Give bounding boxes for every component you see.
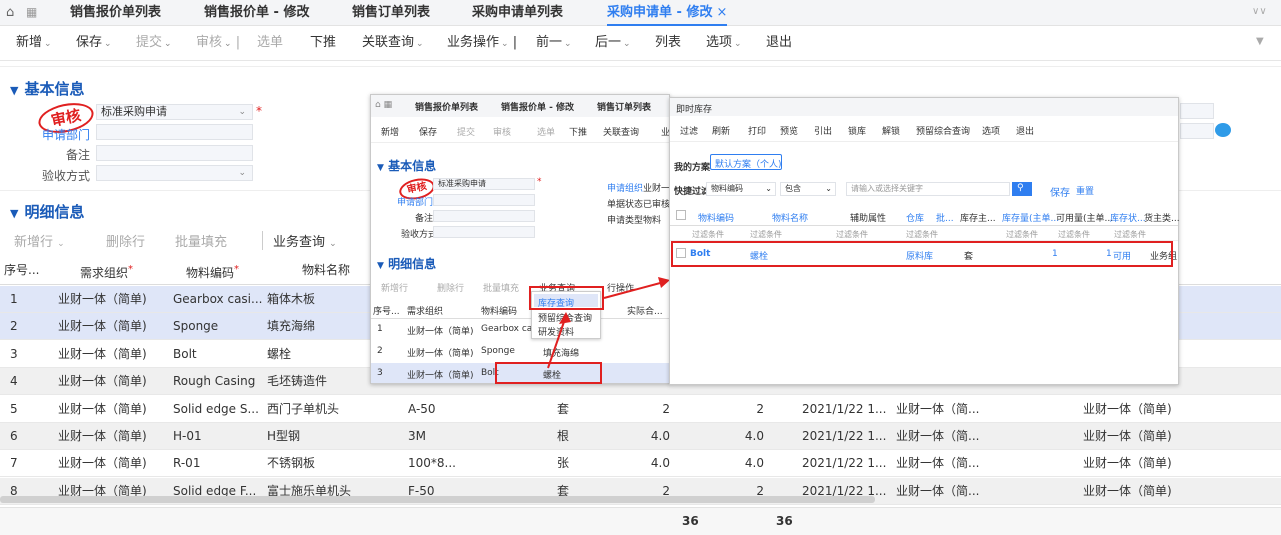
- reset-button[interactable]: 重置: [1076, 184, 1094, 197]
- lock-button[interactable]: 锁库: [848, 124, 866, 137]
- default-scheme-button[interactable]: 默认方案（个人): [710, 154, 782, 170]
- inv-col[interactable]: 库存状...: [1110, 211, 1146, 224]
- inventory-filter-row: 过滤条件 过滤条件 过滤条件 过滤条件 过滤条件 过滤条件 过滤条件: [670, 227, 1178, 241]
- inv-col[interactable]: 物料编码: [698, 211, 734, 224]
- quick-filter-field[interactable]: 物料编码 ⌄: [706, 182, 776, 196]
- inv-col[interactable]: 货主类...: [1144, 211, 1180, 224]
- filter-cell[interactable]: 过滤条件: [1114, 229, 1146, 240]
- print-button[interactable]: 打印: [748, 124, 766, 137]
- inv-col[interactable]: 库存主...: [960, 211, 996, 224]
- inv-col[interactable]: 仓库: [906, 211, 924, 224]
- reserve-query-button[interactable]: 预留综合查询: [916, 124, 970, 137]
- inventory-toolbar: 过滤 刷新 打印 预览 引出 锁库 解锁 预留综合查询 选项 退出: [670, 116, 1178, 142]
- filter-cell[interactable]: 过滤条件: [1006, 229, 1038, 240]
- inv-col[interactable]: 批...: [936, 211, 954, 224]
- quick-filter-op[interactable]: 包含 ⌄: [780, 182, 836, 196]
- scheme-label: 我的方案: [674, 163, 711, 173]
- filter-cell[interactable]: 过滤条件: [1058, 229, 1090, 240]
- refresh-button[interactable]: 刷新: [712, 124, 730, 137]
- chevron-down-icon: ⌄: [825, 184, 832, 193]
- options-button[interactable]: 选项: [982, 124, 1000, 137]
- inv-col[interactable]: 库存量(主单...: [1002, 211, 1059, 224]
- filter-cell[interactable]: 过滤条件: [906, 229, 938, 240]
- filter-cell[interactable]: 过滤条件: [836, 229, 868, 240]
- inv-col[interactable]: 辅助属性: [850, 211, 886, 224]
- inventory-grid-header: 物料编码 物料名称 辅助属性 仓库 批... 库存主... 库存量(主单... …: [670, 206, 1180, 226]
- highlight-inventory-row: [671, 241, 1173, 267]
- inv-col[interactable]: 物料名称: [772, 211, 808, 224]
- quick-filter-input[interactable]: 请输入或选择关键字: [846, 182, 1010, 196]
- save-scheme-button[interactable]: 保存: [1050, 184, 1070, 199]
- filter-cell[interactable]: 过滤条件: [750, 229, 782, 240]
- inventory-title: 即时库存: [676, 105, 713, 115]
- chevron-down-icon: ⌄: [765, 184, 772, 193]
- search-icon[interactable]: ⚲: [1012, 182, 1032, 196]
- exit-button[interactable]: 退出: [1016, 124, 1034, 137]
- filter-button[interactable]: 过滤: [680, 124, 698, 137]
- quick-filter-label: 快捷过滤: [674, 187, 711, 197]
- preview-button[interactable]: 预览: [780, 124, 798, 137]
- filter-cell[interactable]: 过滤条件: [692, 229, 724, 240]
- select-all-checkbox[interactable]: [676, 210, 686, 220]
- inv-col[interactable]: 可用量(主单...: [1056, 211, 1113, 224]
- export-button[interactable]: 引出: [814, 124, 832, 137]
- inventory-title-bar: 即时库存: [670, 98, 1178, 116]
- unlock-button[interactable]: 解锁: [882, 124, 900, 137]
